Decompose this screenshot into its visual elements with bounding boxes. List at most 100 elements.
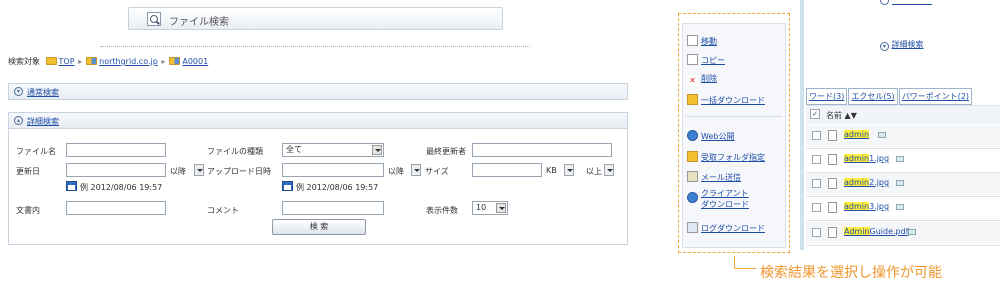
row-checkbox[interactable] [812,203,821,212]
updated-date-input[interactable] [66,163,166,177]
callout-pointer [734,256,756,269]
upload-date-input[interactable] [282,163,384,177]
divider [100,46,530,47]
upload-date-example: 例 2012/08/06 19:57 [296,183,379,192]
batch-download-icon [687,94,698,105]
result-row[interactable]: admin1.jpg [806,149,1000,171]
tab-powerpoint[interactable]: パワーポイント(2) [898,88,973,105]
expand-icon: ▾ [14,87,23,96]
select-all-checkbox[interactable]: ✓ [810,109,820,119]
menu-item-label: 移動 [701,37,717,46]
chevron-down-icon [372,145,382,155]
tab-excel[interactable]: エクセル(5) [848,88,898,105]
last-updater-label: 最終更新者 [426,147,466,156]
result-row[interactable]: admin3.jpg [806,197,1000,219]
advanced-search-label: 詳細検索 [27,117,59,126]
result-tabs: ワード(3) エクセル(5) パワーポイント(2) [806,88,973,105]
callout-text: 検索結果を選択し操作が可能 [760,265,942,281]
comment-input[interactable] [282,201,384,215]
search-icon [147,12,161,26]
results-detail-search-toggle[interactable]: ▾ 詳細検索 [880,39,924,51]
menu-item-log-download[interactable]: ログダウンロード [687,222,765,234]
updated-after-label: 以降 [170,167,186,176]
upload-cond-dropdown[interactable] [411,164,421,176]
file-name-label: ファイル名 [16,147,56,156]
updated-date-example: 例 2012/08/06 19:57 [80,183,163,192]
file-name-link[interactable]: AdminGuide.pdf [844,227,909,236]
search-scope: 検索対象 TOP ▸ northgrid.co.jp ▸ A0001 [8,57,209,66]
result-row[interactable]: admin2.jpg [806,173,1000,195]
doc-content-input[interactable] [66,201,166,215]
menu-item-client-download[interactable]: クライアント ダウンロード [687,188,749,210]
menu-item-delete[interactable]: ✕ 削除 [687,73,717,86]
search-button[interactable]: 検 索 [272,219,366,235]
delete-icon: ✕ [687,75,698,86]
comment-label: コメント [207,206,239,215]
breadcrumb-top[interactable]: TOP [59,57,75,66]
file-name-link[interactable]: admin3.jpg [844,202,889,211]
menu-item-batch-download[interactable]: 一括ダウンロード [687,94,765,106]
name-column-header[interactable]: 名前 ▲▼ [826,110,857,121]
comment-icon[interactable] [908,229,916,235]
menu-item-label-line2: ダウンロード [701,200,749,209]
size-unit-dropdown[interactable] [564,164,574,176]
file-name-link[interactable]: admin2.jpg [844,178,889,187]
menu-divider [686,116,782,117]
size-cond-dropdown[interactable] [604,164,614,176]
menu-item-label: 削除 [701,74,717,83]
chevron-down-icon [496,203,506,213]
row-checkbox[interactable] [812,131,821,140]
file-icon [828,227,837,238]
collapse-icon: ▴ [14,116,23,125]
menu-item-move[interactable]: 移動 [687,35,717,47]
file-type-label: ファイルの種類 [207,147,263,156]
updated-cond-dropdown[interactable] [194,164,204,176]
receive-folder-icon [687,151,698,162]
breadcrumb-domain[interactable]: northgrid.co.jp [99,57,158,66]
comment-icon[interactable] [896,156,904,162]
size-input[interactable] [472,163,542,177]
results-top-link[interactable] [880,0,960,6]
file-search-bar[interactable]: ファイル検索 [128,7,503,30]
advanced-search-toggle[interactable]: ▴ 詳細検索 [8,112,628,129]
display-count-value: 10 [476,203,487,212]
menu-item-mail[interactable]: メール送信 [687,171,741,183]
result-row[interactable]: admin [806,125,1000,147]
folder-icon [45,57,57,65]
menu-item-receive-folder[interactable]: 受取フォルダ指定 [687,151,765,163]
comment-icon[interactable] [878,132,886,138]
file-type-select[interactable]: 全て [282,143,384,157]
row-checkbox[interactable] [812,228,821,237]
folder-icon [86,57,98,65]
comment-icon[interactable] [896,180,904,186]
file-name-input[interactable] [66,143,166,157]
file-name-link[interactable]: admin1.jpg [844,154,889,163]
result-row[interactable]: AdminGuide.pdf [806,222,1000,244]
tab-word[interactable]: ワード(3) [806,88,848,105]
display-count-select[interactable]: 10 [472,201,508,215]
menu-item-label: クライアント [701,189,749,198]
file-icon [828,154,837,165]
updated-date-label: 更新日 [16,167,40,176]
menu-item-web-publish[interactable]: Web公開 [687,130,734,142]
client-download-icon [687,192,698,203]
calendar-icon[interactable] [66,181,77,191]
upload-date-label: アップロード日時 [207,167,271,176]
file-search-label: ファイル検索 [169,17,229,28]
breadcrumb-account[interactable]: A0001 [182,57,208,66]
expand-icon: ▾ [880,42,889,51]
menu-item-label: 受取フォルダ指定 [701,153,765,162]
display-count-label: 表示件数 [426,206,458,215]
normal-search-label: 通常検索 [27,88,59,97]
detail-search-link: 詳細検索 [891,40,924,49]
row-checkbox[interactable] [812,155,821,164]
row-checkbox[interactable] [812,179,821,188]
comment-icon[interactable] [896,204,904,210]
normal-search-toggle[interactable]: ▾ 通常検索 [8,83,628,100]
mail-icon [687,171,698,182]
file-name-link[interactable]: admin [844,130,870,139]
calendar-icon[interactable] [282,181,293,191]
upload-after-label: 以降 [388,167,404,176]
last-updater-input[interactable] [472,143,612,157]
menu-item-copy[interactable]: コピー [687,54,725,66]
